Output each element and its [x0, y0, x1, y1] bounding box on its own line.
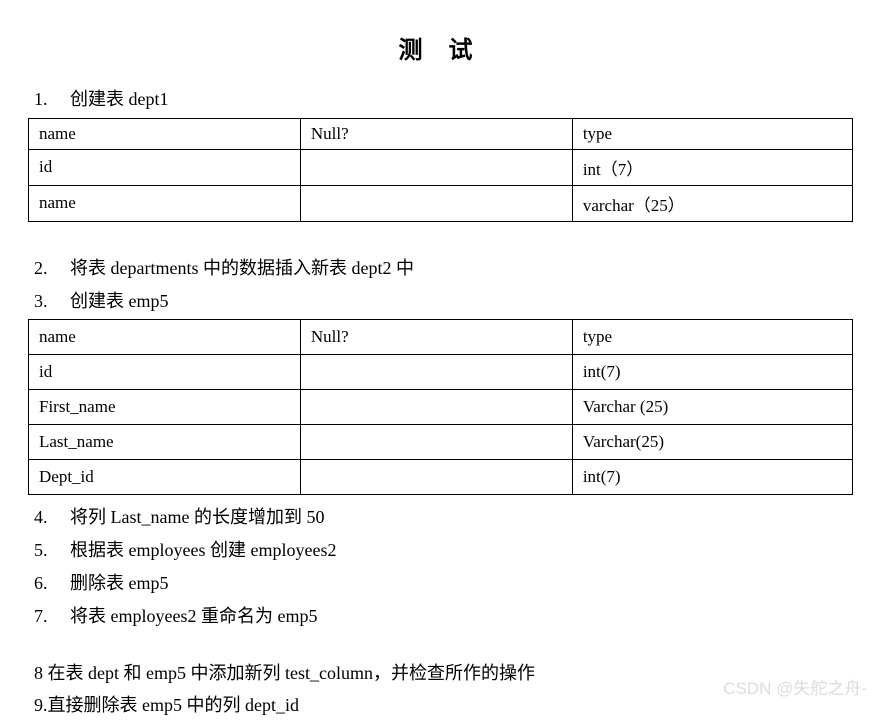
table-cell: type [572, 118, 852, 149]
table-row: Last_name Varchar(25) [29, 425, 853, 460]
item-text: 9.直接删除表 emp5 中的列 dept_id [34, 691, 299, 720]
table-cell: Dept_id [29, 460, 301, 495]
table-cell [300, 149, 572, 185]
table-cell: Varchar (25) [572, 390, 852, 425]
table-cell: name [29, 118, 301, 149]
list-item: 4. 将列 Last_name 的长度增加到 50 [34, 503, 853, 532]
table-cell: Last_name [29, 425, 301, 460]
table-row: name Null? type [29, 118, 853, 149]
table-emp5: name Null? type id int(7) First_name Var… [28, 319, 853, 495]
table-cell: id [29, 355, 301, 390]
list-item: 6. 删除表 emp5 [34, 569, 853, 598]
item-number: 3. [34, 287, 70, 316]
table-cell [300, 390, 572, 425]
item-text: 将列 Last_name 的长度增加到 50 [70, 503, 324, 532]
table-row: Dept_id int(7) [29, 460, 853, 495]
item-number: 5. [34, 536, 70, 565]
table-cell: varchar（25） [572, 185, 852, 221]
table-cell: id [29, 149, 301, 185]
table-cell: name [29, 320, 301, 355]
list-item: 5. 根据表 employees 创建 employees2 [34, 536, 853, 565]
table-row: id int（7） [29, 149, 853, 185]
item-text: 根据表 employees 创建 employees2 [70, 536, 336, 565]
table-row: name Null? type [29, 320, 853, 355]
item-number: 4. [34, 503, 70, 532]
watermark: CSDN @失舵之舟- [723, 674, 867, 699]
table-cell [300, 185, 572, 221]
table-row: name varchar（25） [29, 185, 853, 221]
table-cell [300, 355, 572, 390]
table-cell: int(7) [572, 460, 852, 495]
list-item: 1. 创建表 dept1 [34, 85, 853, 114]
table-cell: Varchar(25) [572, 425, 852, 460]
table-cell: type [572, 320, 852, 355]
table-cell: int（7） [572, 149, 852, 185]
table-cell: Null? [300, 118, 572, 149]
item-number: 2. [34, 254, 70, 283]
item-text: 创建表 emp5 [70, 287, 169, 316]
item-text: 8 在表 dept 和 emp5 中添加新列 test_column，并检查所作… [34, 659, 535, 688]
item-text: 将表 employees2 重命名为 emp5 [70, 602, 317, 631]
table-cell [300, 425, 572, 460]
table-cell: name [29, 185, 301, 221]
page-title: 测 试 [28, 30, 853, 65]
list-item: 3. 创建表 emp5 [34, 287, 853, 316]
table-row: id int(7) [29, 355, 853, 390]
item-number: 7. [34, 602, 70, 631]
table-row: First_name Varchar (25) [29, 390, 853, 425]
item-text: 删除表 emp5 [70, 569, 169, 598]
item-number: 6. [34, 569, 70, 598]
table-cell: Null? [300, 320, 572, 355]
table-cell: int(7) [572, 355, 852, 390]
item-number: 1. [34, 85, 70, 114]
list-item: 2. 将表 departments 中的数据插入新表 dept2 中 [34, 254, 853, 283]
table-cell: First_name [29, 390, 301, 425]
item-text: 创建表 dept1 [70, 85, 169, 114]
table-cell [300, 460, 572, 495]
item-text: 将表 departments 中的数据插入新表 dept2 中 [70, 254, 414, 283]
table-dept1: name Null? type id int（7） name varchar（2… [28, 118, 853, 222]
list-item: 7. 将表 employees2 重命名为 emp5 [34, 602, 853, 631]
